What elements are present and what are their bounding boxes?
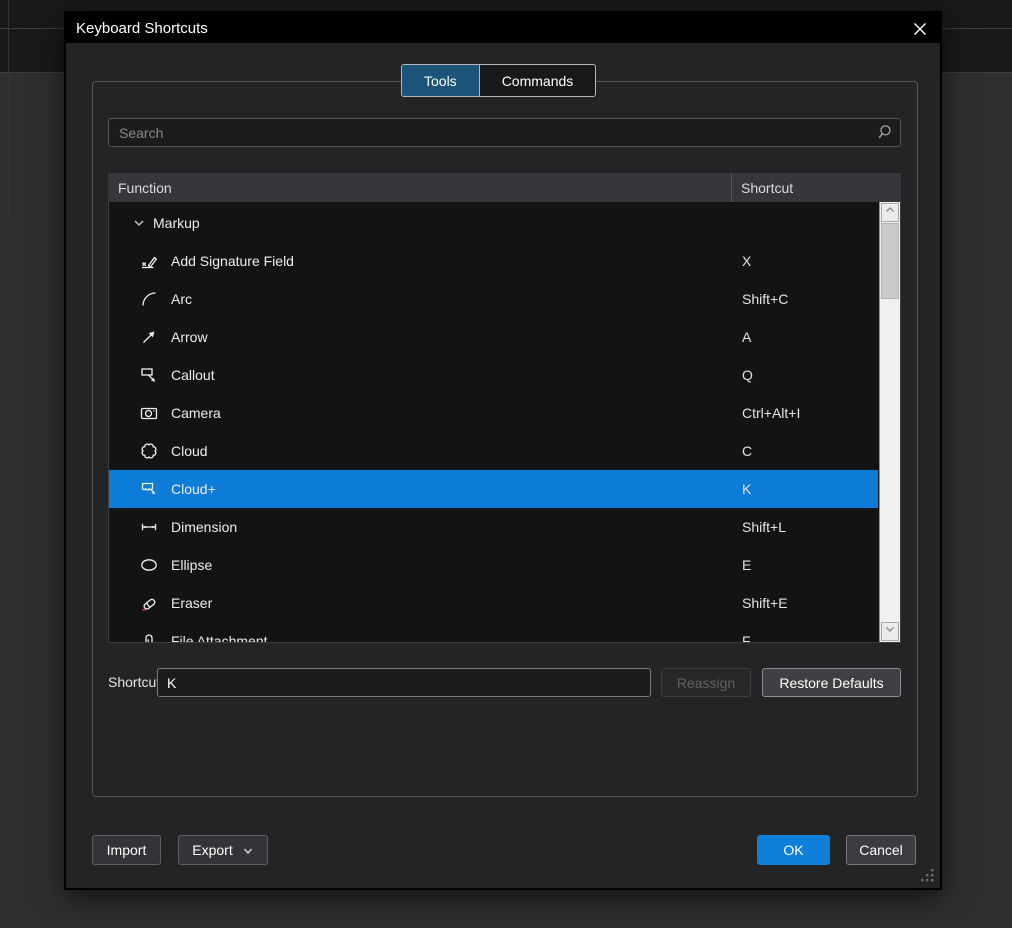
shortcut-editor-input[interactable] [157, 668, 651, 697]
tab-tools[interactable]: Tools [402, 65, 479, 96]
import-button[interactable]: Import [92, 835, 161, 865]
table-row[interactable]: Ellipse E [109, 546, 878, 584]
search-container [108, 118, 901, 147]
row-label: Cloud [171, 443, 208, 459]
close-button[interactable] [912, 20, 930, 38]
background-divider-vertical [8, 0, 9, 220]
table-row[interactable]: Dimension Shift+L [109, 508, 878, 546]
shortcut-list: Markup Add Signature Field X Arc Shift+C Arro… [108, 202, 901, 643]
row-label: File Attachment [171, 633, 268, 643]
cloud-icon [139, 441, 159, 461]
group-label: Markup [153, 215, 200, 231]
eraser-icon [139, 593, 159, 613]
row-label: Callout [171, 367, 215, 383]
scroll-down-button[interactable] [881, 622, 899, 641]
row-shortcut: A [742, 329, 751, 345]
table-header: Function Shortcut [108, 173, 901, 202]
row-shortcut: Q [742, 367, 753, 383]
table-row[interactable]: Callout Q [109, 356, 878, 394]
reassign-button[interactable]: Reassign [661, 668, 751, 697]
attachment-icon [139, 631, 159, 643]
arc-icon [139, 289, 159, 309]
table-row[interactable]: File Attachment F [109, 622, 878, 643]
scroll-up-button[interactable] [881, 203, 899, 222]
chevron-down-icon[interactable] [129, 213, 149, 233]
shortcut-rows: Markup Add Signature Field X Arc Shift+C Arro… [109, 204, 878, 643]
chevron-down-icon [242, 844, 254, 856]
resize-grip[interactable] [918, 866, 936, 884]
row-label: Dimension [171, 519, 237, 535]
list-scrollbar[interactable] [879, 202, 900, 642]
row-label: Add Signature Field [171, 253, 294, 269]
shortcut-editor-label: Shortcut: [108, 668, 164, 697]
camera-icon [139, 403, 159, 423]
row-shortcut: Shift+C [742, 291, 788, 307]
tab-tools-label: Tools [424, 73, 457, 89]
row-label: Cloud+ [171, 481, 216, 497]
export-button[interactable]: Export [178, 835, 268, 865]
row-shortcut: Shift+E [742, 595, 788, 611]
row-label: Ellipse [171, 557, 212, 573]
restore-defaults-button[interactable]: Restore Defaults [762, 668, 901, 697]
row-label: Camera [171, 405, 221, 421]
tab-bar: Tools Commands [401, 64, 596, 97]
column-header-function[interactable]: Function [108, 180, 731, 196]
ellipse-icon [139, 555, 159, 575]
dialog-titlebar: Keyboard Shortcuts [66, 13, 940, 43]
table-row[interactable]: Arc Shift+C [109, 280, 878, 318]
scrollbar-thumb[interactable] [881, 223, 899, 299]
table-row[interactable]: Eraser Shift+E [109, 584, 878, 622]
row-label: Arc [171, 291, 192, 307]
row-label: Eraser [171, 595, 212, 611]
table-row[interactable]: Cloud C [109, 432, 878, 470]
row-shortcut: C [742, 443, 752, 459]
table-row-selected[interactable]: Cloud+ K [109, 470, 878, 508]
signature-icon [139, 251, 159, 271]
table-row[interactable]: Arrow A [109, 318, 878, 356]
row-shortcut: E [742, 557, 751, 573]
chevron-up-icon [883, 203, 897, 222]
close-icon [912, 21, 930, 37]
row-shortcut: F [742, 633, 751, 643]
dimension-icon [139, 517, 159, 537]
search-input[interactable] [108, 118, 901, 147]
chevron-down-icon [883, 622, 897, 641]
dialog-title: Keyboard Shortcuts [76, 20, 208, 37]
callout-icon [139, 365, 159, 385]
row-shortcut: X [742, 253, 751, 269]
keyboard-shortcuts-dialog: Keyboard Shortcuts Tools Commands Functi… [64, 11, 942, 890]
row-label: Arrow [171, 329, 208, 345]
tab-commands-label: Commands [502, 73, 574, 89]
row-shortcut: Shift+L [742, 519, 786, 535]
cancel-button[interactable]: Cancel [846, 835, 916, 865]
row-shortcut: K [742, 481, 751, 497]
group-row-markup[interactable]: Markup [109, 204, 878, 242]
table-row[interactable]: Camera Ctrl+Alt+I [109, 394, 878, 432]
cloud-plus-icon [139, 479, 159, 499]
tab-commands[interactable]: Commands [479, 65, 596, 96]
table-row[interactable]: Add Signature Field X [109, 242, 878, 280]
ok-button[interactable]: OK [757, 835, 830, 865]
column-header-shortcut[interactable]: Shortcut [732, 180, 793, 196]
row-shortcut: Ctrl+Alt+I [742, 405, 800, 421]
arrow-icon [139, 327, 159, 347]
export-button-label: Export [192, 842, 232, 858]
